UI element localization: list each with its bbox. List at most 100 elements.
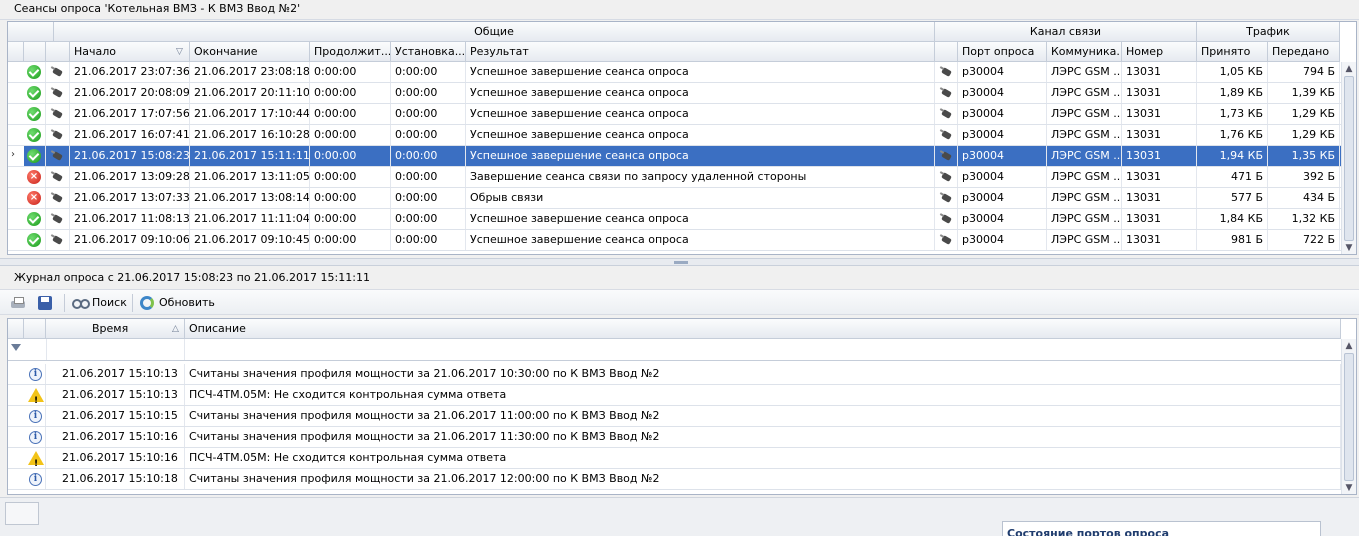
cell-end: 21.06.2017 23:08:18 (190, 62, 310, 82)
log-row[interactable]: i 21.06.2017 15:10:13 Считаны значения про… (8, 364, 1341, 385)
col-end[interactable]: Окончание (190, 42, 310, 62)
filter-row[interactable] (8, 339, 1341, 361)
filter-time-cell[interactable] (46, 339, 185, 360)
log-row[interactable]: i 21.06.2017 15:10:15 Считаны значения про… (8, 406, 1341, 427)
col-duration[interactable]: Продолжит... (310, 42, 391, 62)
success-icon (27, 212, 41, 226)
cell-end: 21.06.2017 09:10:45 (190, 230, 310, 250)
col-sent[interactable]: Передано (1268, 42, 1340, 62)
save-icon (38, 296, 52, 310)
cell-sent: 1,29 КБ (1268, 104, 1340, 124)
plug-icon (51, 214, 63, 224)
table-row[interactable]: 21.06.2017 09:10:06 21.06.2017 09:10:45 0:… (8, 230, 1341, 251)
log-row[interactable]: i 21.06.2017 15:10:18 Считаны значения про… (8, 469, 1341, 490)
log-row[interactable]: ! 21.06.2017 15:10:13 ПСЧ-4ТМ.05М: Не сход… (8, 385, 1341, 406)
log-description: Считаны значения профиля мощности за 21.… (185, 469, 1341, 489)
sort-asc-icon: △ (172, 324, 179, 334)
scroll-up-icon[interactable]: ▲ (1343, 340, 1355, 352)
cell-comm: ЛЭРС GSM ... (1047, 104, 1122, 124)
cell-comm: ЛЭРС GSM ... (1047, 146, 1122, 166)
col-setup[interactable]: Установка... (391, 42, 466, 62)
print-button[interactable] (10, 293, 30, 313)
table-row[interactable]: × 21.06.2017 13:09:28 21.06.2017 13:11:05 0… (8, 167, 1341, 188)
cell-number: 13031 (1122, 188, 1197, 208)
toolbar-separator (64, 294, 65, 312)
cell-number: 13031 (1122, 83, 1197, 103)
cell-start: 21.06.2017 20:08:09 (70, 83, 190, 103)
table-row[interactable]: 21.06.2017 23:07:36 21.06.2017 23:08:18 0:… (8, 62, 1341, 83)
scroll-thumb[interactable] (1344, 353, 1354, 481)
col-number[interactable]: Номер (1122, 42, 1197, 62)
log-description: ПСЧ-4ТМ.05М: Не сходится контрольная сум… (185, 385, 1341, 405)
cell-duration: 0:00:00 (310, 146, 391, 166)
table-row[interactable]: 21.06.2017 20:08:09 21.06.2017 20:11:10 0:… (8, 83, 1341, 104)
scroll-up-icon[interactable]: ▲ (1343, 63, 1355, 75)
sessions-scrollbar[interactable]: ▲ ▼ (1341, 62, 1356, 254)
table-row[interactable]: 21.06.2017 17:07:56 21.06.2017 17:10:44 0:… (8, 104, 1341, 125)
log-title: Журнал опроса с 21.06.2017 15:08:23 по 2… (14, 271, 370, 284)
cell-end: 21.06.2017 15:11:11 (190, 146, 310, 166)
search-button[interactable]: Поиск (72, 293, 128, 313)
col-comm[interactable]: Коммуника... (1047, 42, 1122, 62)
ports-panel-title[interactable]: Состояние портов опроса (1002, 521, 1321, 536)
status-cell (24, 125, 46, 145)
cell-received: 1,76 КБ (1197, 125, 1268, 145)
col-received[interactable]: Принято (1197, 42, 1268, 62)
cell-received: 1,94 КБ (1197, 146, 1268, 166)
status-cell (24, 230, 46, 250)
connection-cell (46, 62, 70, 82)
cell-start: 21.06.2017 11:08:13 (70, 209, 190, 229)
table-row[interactable]: 21.06.2017 11:08:13 21.06.2017 11:11:04 0:… (8, 209, 1341, 230)
log-col-type (24, 319, 46, 339)
cell-received: 577 Б (1197, 188, 1268, 208)
log-col-description[interactable]: Описание (185, 319, 1341, 339)
col-port[interactable]: Порт опроса (958, 42, 1047, 62)
connection-cell (46, 167, 70, 187)
filter-icon[interactable] (11, 344, 21, 351)
cell-comm: ЛЭРС GSM ... (1047, 83, 1122, 103)
col-result[interactable]: Результат (466, 42, 935, 62)
cell-number: 13031 (1122, 167, 1197, 187)
splitter-grip[interactable] (674, 261, 688, 264)
connection-cell (46, 83, 70, 103)
cell-start: 21.06.2017 13:09:28 (70, 167, 190, 187)
scroll-down-icon[interactable]: ▼ (1343, 482, 1355, 494)
cell-comm: ЛЭРС GSM ... (1047, 209, 1122, 229)
cell-setup: 0:00:00 (391, 146, 466, 166)
save-button[interactable] (38, 293, 58, 313)
cell-comm: ЛЭРС GSM ... (1047, 188, 1122, 208)
refresh-button[interactable]: Обновить (140, 293, 216, 313)
splitter[interactable] (0, 258, 1359, 266)
cell-port: p30004 (958, 209, 1047, 229)
status-cell (24, 83, 46, 103)
plug-icon (51, 172, 63, 182)
table-row[interactable]: × 21.06.2017 13:07:33 21.06.2017 13:08:14 0… (8, 188, 1341, 209)
cell-sent: 722 Б (1268, 230, 1340, 250)
log-row[interactable]: ! 21.06.2017 15:10:16 ПСЧ-4ТМ.05М: Не сход… (8, 448, 1341, 469)
log-scrollbar[interactable]: ▲ ▼ (1341, 339, 1356, 494)
cell-sent: 1,32 КБ (1268, 209, 1340, 229)
table-row[interactable]: 21.06.2017 16:07:41 21.06.2017 16:10:28 0:… (8, 125, 1341, 146)
scroll-down-icon[interactable]: ▼ (1343, 242, 1355, 254)
cell-received: 471 Б (1197, 167, 1268, 187)
cell-end: 21.06.2017 17:10:44 (190, 104, 310, 124)
sessions-grid[interactable]: Общие Канал связи Трафик Начало ▽ Окончан… (7, 21, 1357, 255)
log-row[interactable]: i 21.06.2017 15:10:16 Считаны значения про… (8, 427, 1341, 448)
cell-comm: ЛЭРС GSM ... (1047, 62, 1122, 82)
connection-cell (46, 188, 70, 208)
log-col-time[interactable]: Время △ (46, 319, 185, 339)
log-time: 21.06.2017 15:10:13 (46, 364, 185, 384)
col-start[interactable]: Начало ▽ (70, 42, 190, 62)
cell-comm: ЛЭРС GSM ... (1047, 167, 1122, 187)
plug-icon (51, 88, 63, 98)
connection-cell (935, 125, 958, 145)
cell-result: Завершение сеанса связи по запросу удале… (466, 167, 935, 187)
success-icon (27, 107, 41, 121)
table-row[interactable]: › 21.06.2017 15:08:23 21.06.2017 15:11:11 0… (8, 146, 1341, 167)
scroll-thumb[interactable] (1344, 76, 1354, 241)
cell-number: 13031 (1122, 125, 1197, 145)
cell-setup: 0:00:00 (391, 125, 466, 145)
connection-cell (46, 230, 70, 250)
log-grid[interactable]: Время △ Описание i 21.06.2017 15:10:13 Счит… (7, 318, 1357, 495)
search-label: Поиск (92, 296, 127, 309)
